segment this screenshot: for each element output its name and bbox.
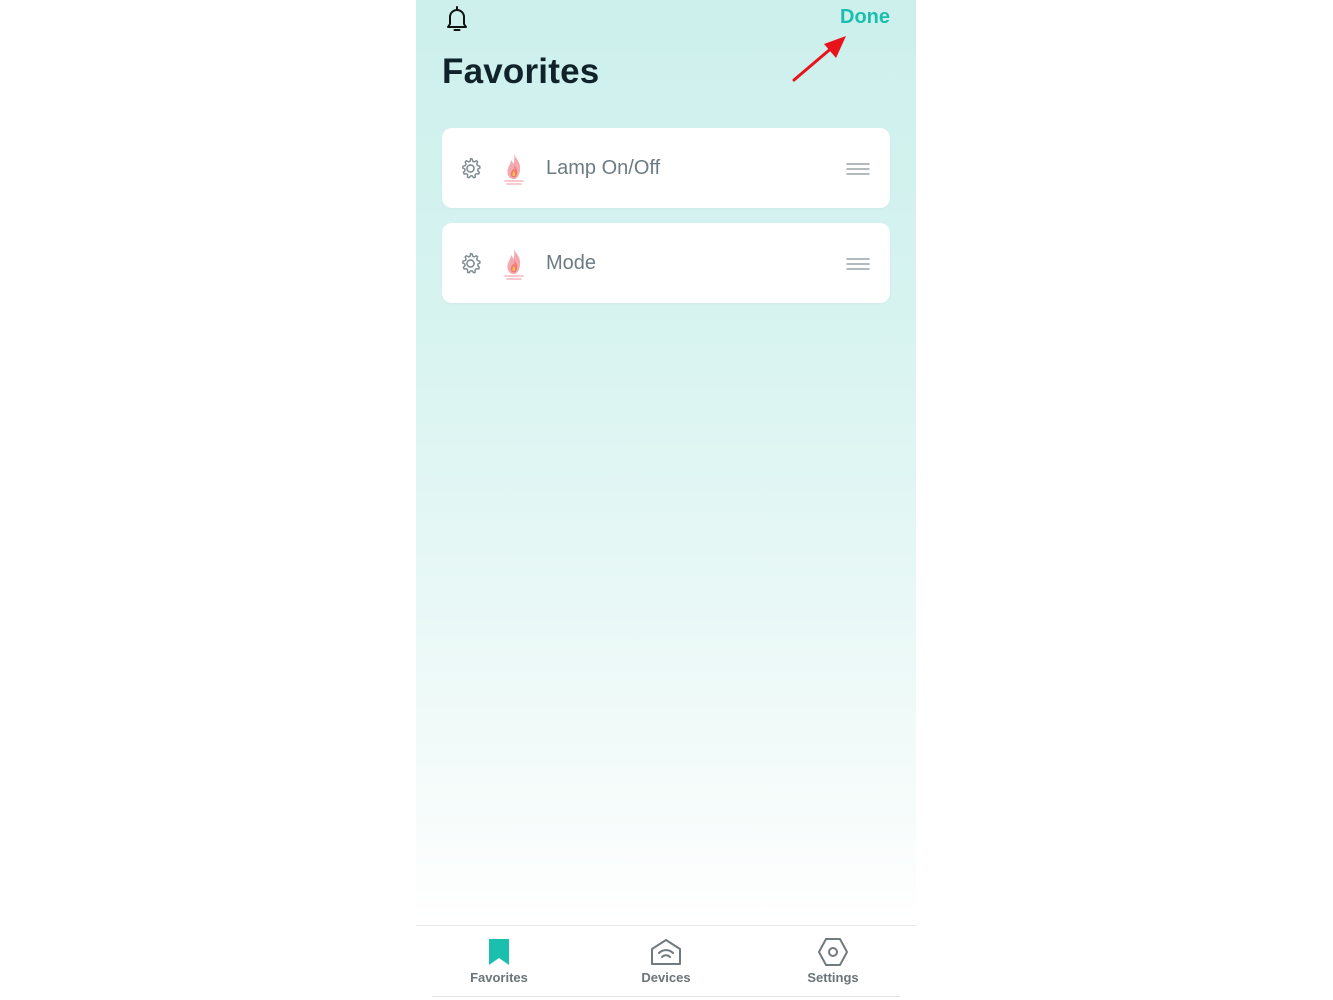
page-title: Favorites [442,52,600,91]
favorite-item-mode[interactable]: Mode [442,223,890,303]
notification-bell-icon[interactable] [442,4,472,34]
tab-settings[interactable]: Settings [750,926,916,996]
annotation-arrow-icon [792,36,846,82]
drag-handle-icon[interactable] [846,162,870,176]
home-indicator-divider [432,996,900,997]
flame-device-icon [500,246,528,282]
bottom-tab-bar: Favorites Devices Settings [416,925,916,1000]
tab-favorites[interactable]: Favorites [416,926,582,996]
flame-device-icon [500,151,528,187]
gear-icon[interactable] [458,156,483,181]
tab-label: Devices [641,970,691,985]
drag-handle-icon[interactable] [846,257,870,271]
screenshot-canvas: Done Favorites Lamp On/Off Mode Favorite… [0,0,1333,1000]
favorite-item-lamp-on-off[interactable]: Lamp On/Off [442,128,890,208]
favorite-item-label: Lamp On/Off [546,157,661,179]
tab-devices[interactable]: Devices [583,926,749,996]
bookmark-icon [489,939,509,965]
hexagon-gear-icon [818,938,848,966]
favorite-item-label: Mode [546,252,597,274]
gear-icon[interactable] [458,251,483,276]
app-screen: Done Favorites Lamp On/Off Mode Favorite… [416,0,916,1000]
done-button[interactable]: Done [840,6,890,29]
home-wifi-icon [651,939,681,965]
tab-label: Settings [807,970,859,985]
tab-label: Favorites [470,970,528,985]
